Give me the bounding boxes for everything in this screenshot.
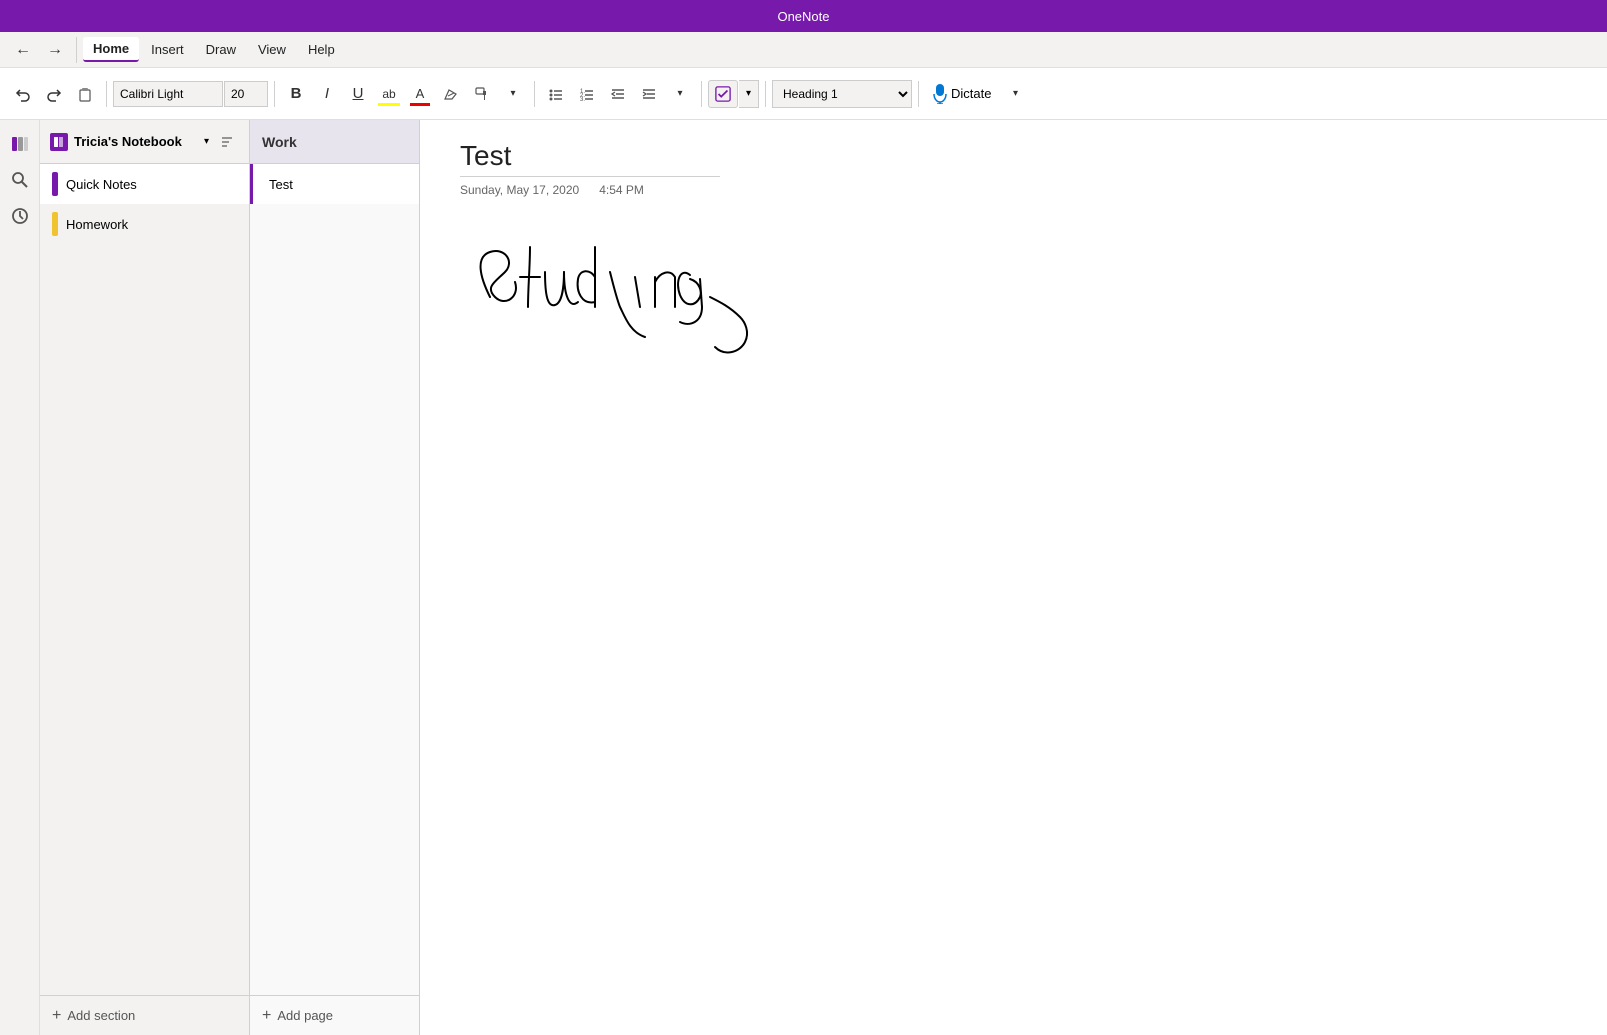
sidebar-history-btn[interactable] (4, 200, 36, 232)
svg-text:3.: 3. (580, 97, 585, 102)
add-page-icon: + (262, 1007, 271, 1025)
font-size-input[interactable] (224, 81, 268, 107)
sep2 (274, 81, 275, 107)
menu-help[interactable]: Help (298, 38, 345, 61)
numbering-button[interactable]: 1.2.3. (572, 79, 602, 109)
add-page-label: Add page (277, 1008, 333, 1023)
main-container: Tricia's Notebook ▾ Quick Notes Homework… (0, 120, 1607, 1035)
sep3 (534, 81, 535, 107)
outdent-button[interactable] (603, 79, 633, 109)
add-section-button[interactable]: + Add section (40, 995, 249, 1035)
underline-button[interactable]: U (343, 79, 373, 109)
add-section-icon: + (52, 1007, 61, 1025)
section-item-homework[interactable]: Homework (40, 204, 249, 244)
toolbar: B I U ab A ▾ 1.2.3. ▾ (0, 68, 1607, 120)
list-group: 1.2.3. ▾ (541, 79, 695, 109)
page-meta: Sunday, May 17, 2020 4:54 PM (460, 183, 1567, 197)
sep6 (918, 81, 919, 107)
list-more-button[interactable]: ▾ (665, 79, 695, 109)
section-color-homework (52, 212, 58, 236)
sep1 (106, 81, 107, 107)
format-group: B I U ab A ▾ (281, 79, 528, 109)
section-label-quick-notes: Quick Notes (66, 177, 137, 192)
section-item-quick-notes[interactable]: Quick Notes (40, 164, 249, 204)
todo-button[interactable] (708, 80, 738, 108)
page-date: Sunday, May 17, 2020 (460, 183, 579, 197)
dictate-more-button[interactable]: ▾ (1000, 79, 1030, 109)
pages-panel: Work Test + Add page (250, 120, 420, 1035)
page-item-test[interactable]: Test (250, 164, 419, 204)
icon-sidebar (0, 120, 40, 1035)
back-button[interactable]: ← (8, 35, 38, 65)
sidebar-notebooks-btn[interactable] (4, 128, 36, 160)
section-header-title: Work (262, 134, 297, 150)
sort-button[interactable] (215, 130, 239, 154)
sep4 (701, 81, 702, 107)
heading-select[interactable]: Heading 1 Heading 2 Heading 3 Normal (772, 80, 912, 108)
section-color-quick-notes (52, 172, 58, 196)
page-title: Test (460, 140, 1567, 172)
notebook-icon (50, 133, 68, 151)
clipboard-button[interactable] (70, 79, 100, 109)
sidebar-search-btn[interactable] (4, 164, 36, 196)
redo-button[interactable] (39, 79, 69, 109)
titlebar: OneNote (0, 0, 1607, 32)
dictate-group: Dictate ▾ (925, 79, 1030, 109)
notebook-header: Tricia's Notebook ▾ (40, 120, 249, 164)
todo-group: ▾ (708, 80, 759, 108)
bullets-button[interactable] (541, 79, 571, 109)
eraser-button[interactable] (436, 79, 466, 109)
todo-icon (715, 86, 731, 102)
font-color-button[interactable]: A (405, 79, 435, 109)
format-painter-button[interactable] (467, 79, 497, 109)
bold-button[interactable]: B (281, 79, 311, 109)
indent-button[interactable] (634, 79, 664, 109)
page-list: Test (250, 164, 419, 995)
sep5 (765, 81, 766, 107)
section-list: Quick Notes Homework (40, 164, 249, 995)
section-label-homework: Homework (66, 217, 128, 232)
notebook-dropdown-icon[interactable]: ▾ (204, 136, 209, 147)
format-more-button[interactable]: ▾ (498, 79, 528, 109)
handwriting-svg (460, 217, 860, 417)
menu-view[interactable]: View (248, 38, 296, 61)
dictate-label: Dictate (951, 86, 991, 101)
separator (76, 37, 77, 63)
history-group (8, 79, 100, 109)
mic-icon (933, 84, 947, 104)
add-section-label: Add section (67, 1008, 135, 1023)
handwriting-area (460, 217, 1567, 417)
italic-button[interactable]: I (312, 79, 342, 109)
section-header: Work (250, 120, 419, 164)
forward-button[interactable]: → (40, 35, 70, 65)
font-name-input[interactable] (113, 81, 223, 107)
notebook-title: Tricia's Notebook (74, 134, 198, 149)
todo-dropdown[interactable]: ▾ (739, 80, 759, 108)
page-time: 4:54 PM (599, 183, 644, 197)
notebook-panel: Tricia's Notebook ▾ Quick Notes Homework… (40, 120, 250, 1035)
menubar: ← → Home Insert Draw View Help (0, 32, 1607, 68)
page-label-test: Test (269, 177, 293, 192)
undo-button[interactable] (8, 79, 38, 109)
font-group (113, 81, 268, 107)
page-title-line (460, 176, 720, 177)
highlight-button[interactable]: ab (374, 79, 404, 109)
content-area[interactable]: Test Sunday, May 17, 2020 4:54 PM (420, 120, 1607, 1035)
menu-home[interactable]: Home (83, 37, 139, 62)
menu-insert[interactable]: Insert (141, 38, 194, 61)
add-page-button[interactable]: + Add page (250, 995, 419, 1035)
app-title: OneNote (777, 9, 829, 24)
dictate-button[interactable]: Dictate (925, 80, 999, 108)
menu-draw[interactable]: Draw (196, 38, 246, 61)
heading-group: Heading 1 Heading 2 Heading 3 Normal (772, 80, 912, 108)
